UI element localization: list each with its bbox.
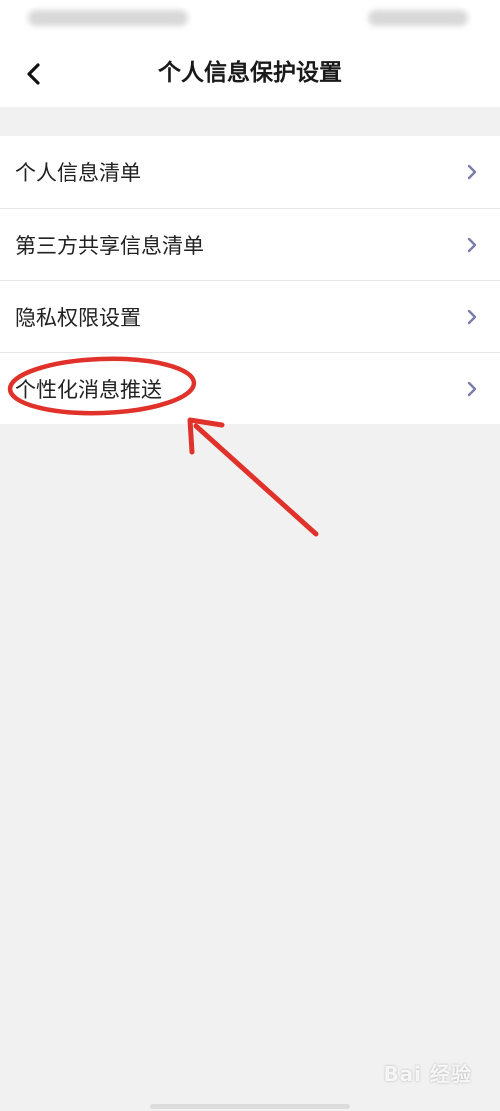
menu-item-label: 个人信息清单 bbox=[15, 161, 141, 185]
chevron-right-icon bbox=[467, 309, 477, 324]
menu-list: 个人信息清单 第三方共享信息清单 隐私权限设置 个性化消息推送 bbox=[0, 136, 500, 424]
menu-item-label: 隐私权限设置 bbox=[15, 305, 141, 330]
chevron-right-icon bbox=[467, 237, 477, 252]
annotation-arrow-head bbox=[187, 417, 225, 455]
chevron-left-icon bbox=[27, 63, 40, 85]
header: 个人信息保护设置 bbox=[0, 40, 500, 107]
status-bar bbox=[0, 0, 500, 40]
annotation-arrow-shaft bbox=[193, 423, 319, 537]
back-button[interactable] bbox=[14, 54, 54, 94]
watermark-logo: Bai 经验 bbox=[383, 1062, 472, 1086]
menu-item-third-party-sharing-list[interactable]: 第三方共享信息清单 bbox=[0, 208, 500, 280]
screen: 个人信息保护设置 个人信息清单 第三方共享信息清单 隐私权限设置 个性化消息推送 bbox=[0, 0, 500, 1111]
chevron-right-icon bbox=[467, 381, 477, 396]
menu-item-label: 个性化消息推送 bbox=[15, 377, 162, 402]
menu-item-personalized-push[interactable]: 个性化消息推送 bbox=[0, 352, 500, 424]
page-title: 个人信息保护设置 bbox=[158, 60, 342, 86]
menu-item-label: 第三方共享信息清单 bbox=[15, 233, 204, 258]
status-bar-left-blurred bbox=[28, 10, 188, 26]
status-bar-right-blurred bbox=[368, 10, 468, 26]
chevron-right-icon bbox=[467, 164, 477, 180]
menu-item-personal-info-list[interactable]: 个人信息清单 bbox=[0, 136, 500, 208]
home-indicator bbox=[150, 1104, 350, 1109]
menu-item-privacy-permissions[interactable]: 隐私权限设置 bbox=[0, 280, 500, 352]
